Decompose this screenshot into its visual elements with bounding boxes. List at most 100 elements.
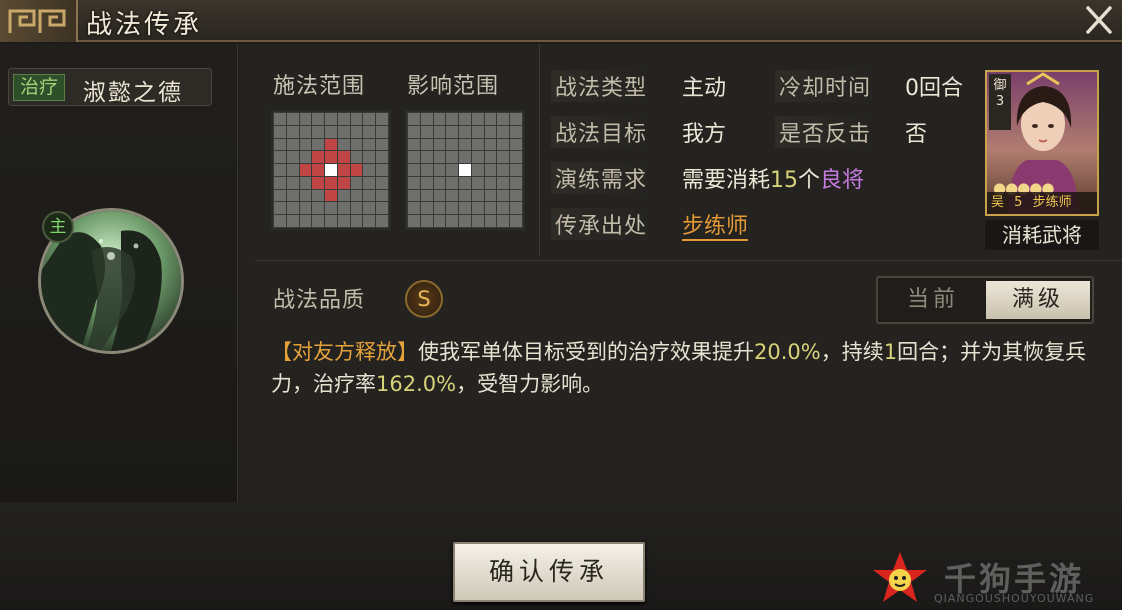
range-cell xyxy=(459,176,471,189)
range-cell-affected xyxy=(350,164,363,176)
range-cell xyxy=(363,138,376,151)
skill-name-box: 治疗 淑懿之德 xyxy=(8,68,212,106)
range-cell xyxy=(420,215,433,227)
range-cell-center xyxy=(325,164,337,176)
divider xyxy=(539,44,540,256)
range-cell xyxy=(484,202,497,215)
requirement-prefix: 需要消耗 xyxy=(682,168,771,193)
range-cell xyxy=(459,215,471,227)
range-cell xyxy=(510,164,522,176)
range-cell xyxy=(337,189,350,202)
range-cell xyxy=(312,215,325,227)
range-cell xyxy=(510,202,522,215)
range-cell xyxy=(484,189,497,202)
range-cell xyxy=(363,176,376,189)
range-cell xyxy=(497,125,510,138)
source-general-link[interactable]: 步练师 xyxy=(682,214,749,241)
range-cell xyxy=(376,176,388,189)
range-cell xyxy=(350,189,363,202)
range-cell-affected xyxy=(337,151,350,164)
range-cell xyxy=(471,215,484,227)
range-cell xyxy=(484,138,497,151)
range-cell xyxy=(274,176,286,189)
range-cell-affected xyxy=(312,164,325,176)
range-cell xyxy=(350,202,363,215)
effect-range-grid xyxy=(405,110,525,230)
range-cell xyxy=(376,125,388,138)
title-ornament-icon xyxy=(0,0,78,42)
range-cell xyxy=(510,113,522,125)
range-cell xyxy=(484,151,497,164)
range-cell xyxy=(274,151,286,164)
skill-detail-panel: 施法范围 影响范围 战法类型 主动 冷却时间 0回合 战法目标 我方 是否反击 … xyxy=(239,44,1122,502)
skill-summary-panel: 治疗 淑懿之德 主 xyxy=(0,44,238,502)
range-cell xyxy=(510,189,522,202)
range-cell-affected xyxy=(299,164,312,176)
close-button[interactable] xyxy=(1080,2,1118,38)
range-cell xyxy=(325,202,337,215)
general-card[interactable]: 御 3 ●●●●● 吴 5 步练师 xyxy=(985,70,1099,216)
range-cell xyxy=(274,189,286,202)
cooldown-value: 0回合 xyxy=(905,76,963,101)
range-cell xyxy=(376,113,388,125)
description-part: 使我军单体目标受到的治疗效果提升 xyxy=(418,340,754,364)
range-cell xyxy=(363,164,376,176)
range-cell xyxy=(274,202,286,215)
range-cell xyxy=(312,202,325,215)
range-cell xyxy=(376,202,388,215)
range-cell xyxy=(420,189,433,202)
range-cell xyxy=(376,138,388,151)
range-cell xyxy=(408,151,420,164)
range-cell xyxy=(446,189,459,202)
range-cell xyxy=(325,215,337,227)
general-rank: 御 3 xyxy=(989,74,1011,130)
range-cell xyxy=(408,164,420,176)
general-name: 步练师 xyxy=(1032,195,1072,210)
range-cell xyxy=(420,113,433,125)
range-cell xyxy=(459,138,471,151)
description-target-tag: 【对友方释放】 xyxy=(271,340,418,364)
description-value: 1 xyxy=(883,340,898,364)
range-cell xyxy=(471,113,484,125)
range-cell xyxy=(363,113,376,125)
range-cell xyxy=(420,151,433,164)
range-cell xyxy=(337,215,350,227)
quality-label: 战法品质 xyxy=(273,288,366,313)
toggle-current-level[interactable]: 当前 xyxy=(882,281,984,319)
range-cell xyxy=(363,202,376,215)
range-cell xyxy=(484,164,497,176)
range-cell xyxy=(433,176,446,189)
toggle-max-level[interactable]: 满级 xyxy=(986,281,1090,319)
effect-range-label: 影响范围 xyxy=(407,74,500,99)
range-cell-affected xyxy=(325,189,337,202)
range-cell xyxy=(299,189,312,202)
general-level: 5 xyxy=(1014,195,1023,210)
range-cell xyxy=(274,113,286,125)
confirm-inherit-button[interactable]: 确认传承 xyxy=(453,542,645,602)
requirement-value: 需要消耗15个良将 xyxy=(682,162,864,194)
range-cell xyxy=(286,215,299,227)
range-cell xyxy=(420,164,433,176)
range-cell xyxy=(446,138,459,151)
range-cell-affected xyxy=(325,151,337,164)
range-cell xyxy=(510,176,522,189)
range-cell xyxy=(459,189,471,202)
range-cell xyxy=(471,151,484,164)
watermark-logo-icon xyxy=(873,552,927,602)
skill-target-value: 我方 xyxy=(682,122,727,147)
range-cell xyxy=(299,125,312,138)
close-icon xyxy=(1086,6,1112,34)
skill-name: 淑懿之德 xyxy=(83,80,183,106)
range-cell xyxy=(274,164,286,176)
range-cell xyxy=(408,202,420,215)
range-cell xyxy=(363,215,376,227)
range-cell-affected xyxy=(337,176,350,189)
range-cell xyxy=(446,176,459,189)
range-cell xyxy=(471,125,484,138)
range-cell-affected xyxy=(337,164,350,176)
range-cell xyxy=(471,176,484,189)
range-cell-affected xyxy=(312,176,325,189)
range-cell xyxy=(408,113,420,125)
watermark-subtext: QIANGOUSHOUYOUWANG xyxy=(934,592,1095,605)
range-cell xyxy=(446,164,459,176)
